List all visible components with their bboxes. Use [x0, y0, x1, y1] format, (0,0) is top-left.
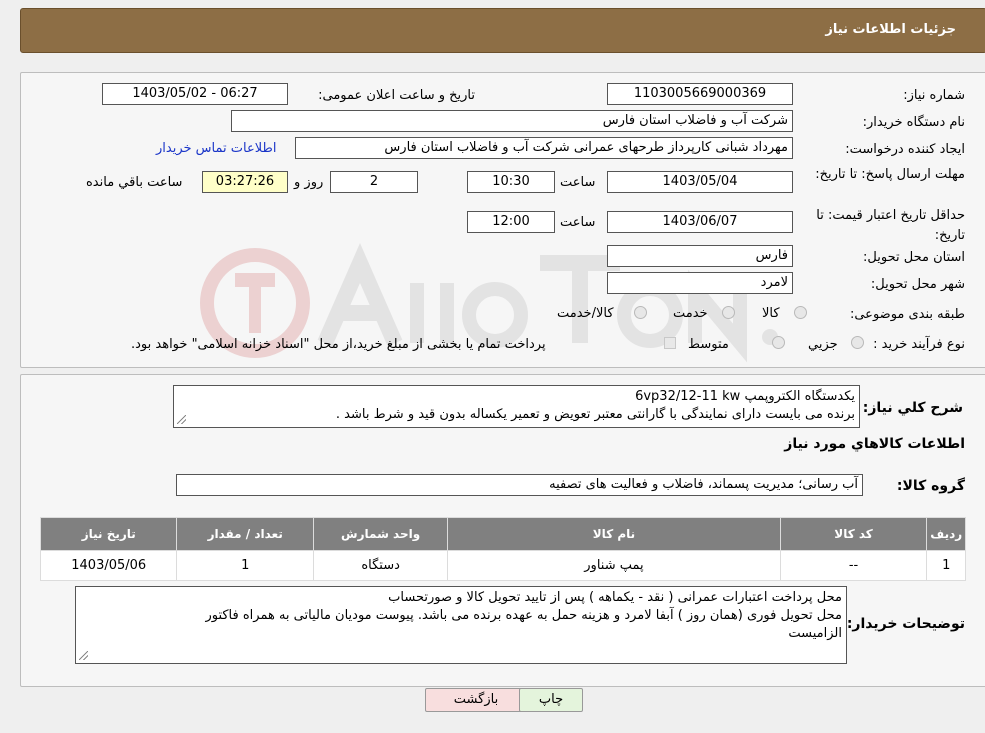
purchase-partial-radio[interactable]: [851, 336, 864, 349]
buyer-org-label: نام دستگاه خریدار:: [862, 115, 965, 130]
category-label: طبقه بندی موضوعی:: [849, 307, 965, 322]
buyer-notes-textarea: محل پرداخت اعتبارات عمرانی ( نقد - یکماه…: [75, 586, 847, 664]
remaining-time-field: 03:27:26: [202, 171, 288, 193]
goods-group-label: گروه کالا:: [896, 478, 965, 494]
reply-time-label: ساعت: [560, 175, 596, 190]
province-field: فارس: [607, 245, 793, 267]
col-goods-code: کد کالا: [779, 517, 928, 551]
category-goods-label: کالا: [762, 306, 780, 321]
cell-goods-code: --: [779, 550, 928, 581]
purchase-partial-label: جزیي: [808, 337, 838, 352]
treasury-note: پرداخت تمام یا بخشی از مبلغ خرید،از محل …: [131, 337, 546, 352]
goods-table: رديف کد کالا نام کالا واحد شمارش تعداد /…: [39, 517, 966, 581]
reply-deadline-label: مهلت ارسال پاسخ: تا تاریخ:: [815, 167, 965, 182]
resize-grip-icon: [79, 651, 88, 660]
col-need-date: تاریخ نیاز: [39, 517, 178, 551]
purchase-medium-radio[interactable]: [772, 336, 785, 349]
print-button[interactable]: چاپ: [519, 688, 583, 712]
cell-goods-name: پمپ شناور: [447, 550, 781, 581]
remaining-days-field: 2: [330, 171, 418, 193]
col-goods-name: نام کالا: [447, 517, 781, 551]
reply-date-field: 1403/05/04: [607, 171, 793, 193]
need-number-label: شماره نیاز:: [903, 88, 965, 103]
goods-group-field: آب رسانی؛ مدیریت پسماند، فاضلاب و فعالیت…: [176, 474, 863, 496]
city-label: شهر محل تحویل:: [870, 277, 965, 292]
days-label: روز و: [294, 175, 324, 190]
price-validity-label: حداقل تاریخ اعتبار قیمت: تا تاریخ:: [816, 208, 965, 243]
description-textarea: یکدستگاه الکتروپمپ 6vp32/12-11 kw برنده …: [173, 385, 860, 428]
category-both-label: کالا/خدمت: [557, 306, 614, 321]
need-number-field: 1103005669000369: [607, 83, 793, 105]
buyer-contact-link[interactable]: اطلاعات تماس خریدار: [156, 141, 276, 156]
creator-field: مهرداد شبانی کارپرداز طرحهای عمرانی شرکت…: [295, 137, 793, 159]
announce-datetime-label: تاریخ و ساعت اعلان عمومی:: [318, 88, 475, 103]
city-field: لامرد: [607, 272, 793, 294]
back-button[interactable]: بازگشت: [425, 688, 527, 712]
purchase-medium-label: متوسط: [688, 337, 729, 352]
category-goods-radio[interactable]: [794, 306, 807, 319]
purchase-type-label: نوع فرآیند خرید :: [873, 337, 965, 352]
category-service-radio[interactable]: [722, 306, 735, 319]
category-both-radio[interactable]: [634, 306, 647, 319]
announce-datetime-field: 1403/05/02 - 06:27: [102, 83, 288, 105]
description-line-2: برنده می بایست دارای نمایندگی با گارانتی…: [335, 407, 855, 422]
treasury-checkbox[interactable]: [664, 337, 676, 349]
buyer-notes-line-2: محل تحویل فوری (همان روز ) آبفا لامرد و …: [205, 608, 842, 623]
creator-label: ایجاد کننده درخواست:: [845, 142, 965, 157]
price-validity-time-field: 12:00: [467, 211, 555, 233]
cell-unit: دستگاه: [312, 550, 449, 581]
goods-section-title: اطلاعات کالاهاي مورد نياز: [784, 436, 965, 452]
resize-grip-icon: [177, 415, 186, 424]
price-validity-time-label: ساعت: [560, 215, 596, 230]
col-unit: واحد شمارش: [312, 517, 449, 551]
buyer-notes-line-3: الزامیست: [788, 626, 842, 641]
cell-quantity: 1: [176, 550, 314, 581]
table-header-row: رديف کد کالا نام کالا واحد شمارش تعداد /…: [39, 517, 966, 551]
province-label: استان محل تحویل:: [863, 250, 965, 265]
category-service-label: خدمت: [673, 306, 708, 321]
table-row: 1 -- پمپ شناور دستگاه 1 1403/05/06: [39, 550, 966, 581]
description-label: شرح کلي نياز:: [862, 400, 963, 416]
price-validity-date-field: 1403/06/07: [607, 211, 793, 233]
description-line-1: یکدستگاه الکتروپمپ 6vp32/12-11 kw: [635, 389, 855, 404]
col-quantity: تعداد / مقدار: [176, 517, 314, 551]
col-row-number: رديف: [926, 517, 966, 551]
buyer-notes-label: توضیحات خریدار:: [846, 616, 965, 632]
remaining-time-label: ساعت باقي مانده: [86, 175, 183, 190]
page-header: جزئیات اطلاعات نیاز: [20, 8, 985, 53]
buyer-org-field: شرکت آب و فاضلاب استان فارس: [231, 110, 793, 132]
reply-time-field: 10:30: [467, 171, 555, 193]
page-title: جزئیات اطلاعات نیاز: [825, 22, 956, 37]
buyer-notes-line-1: محل پرداخت اعتبارات عمرانی ( نقد - یکماه…: [388, 590, 842, 605]
cell-row-number: 1: [926, 550, 966, 581]
cell-need-date: 1403/05/06: [39, 550, 178, 581]
